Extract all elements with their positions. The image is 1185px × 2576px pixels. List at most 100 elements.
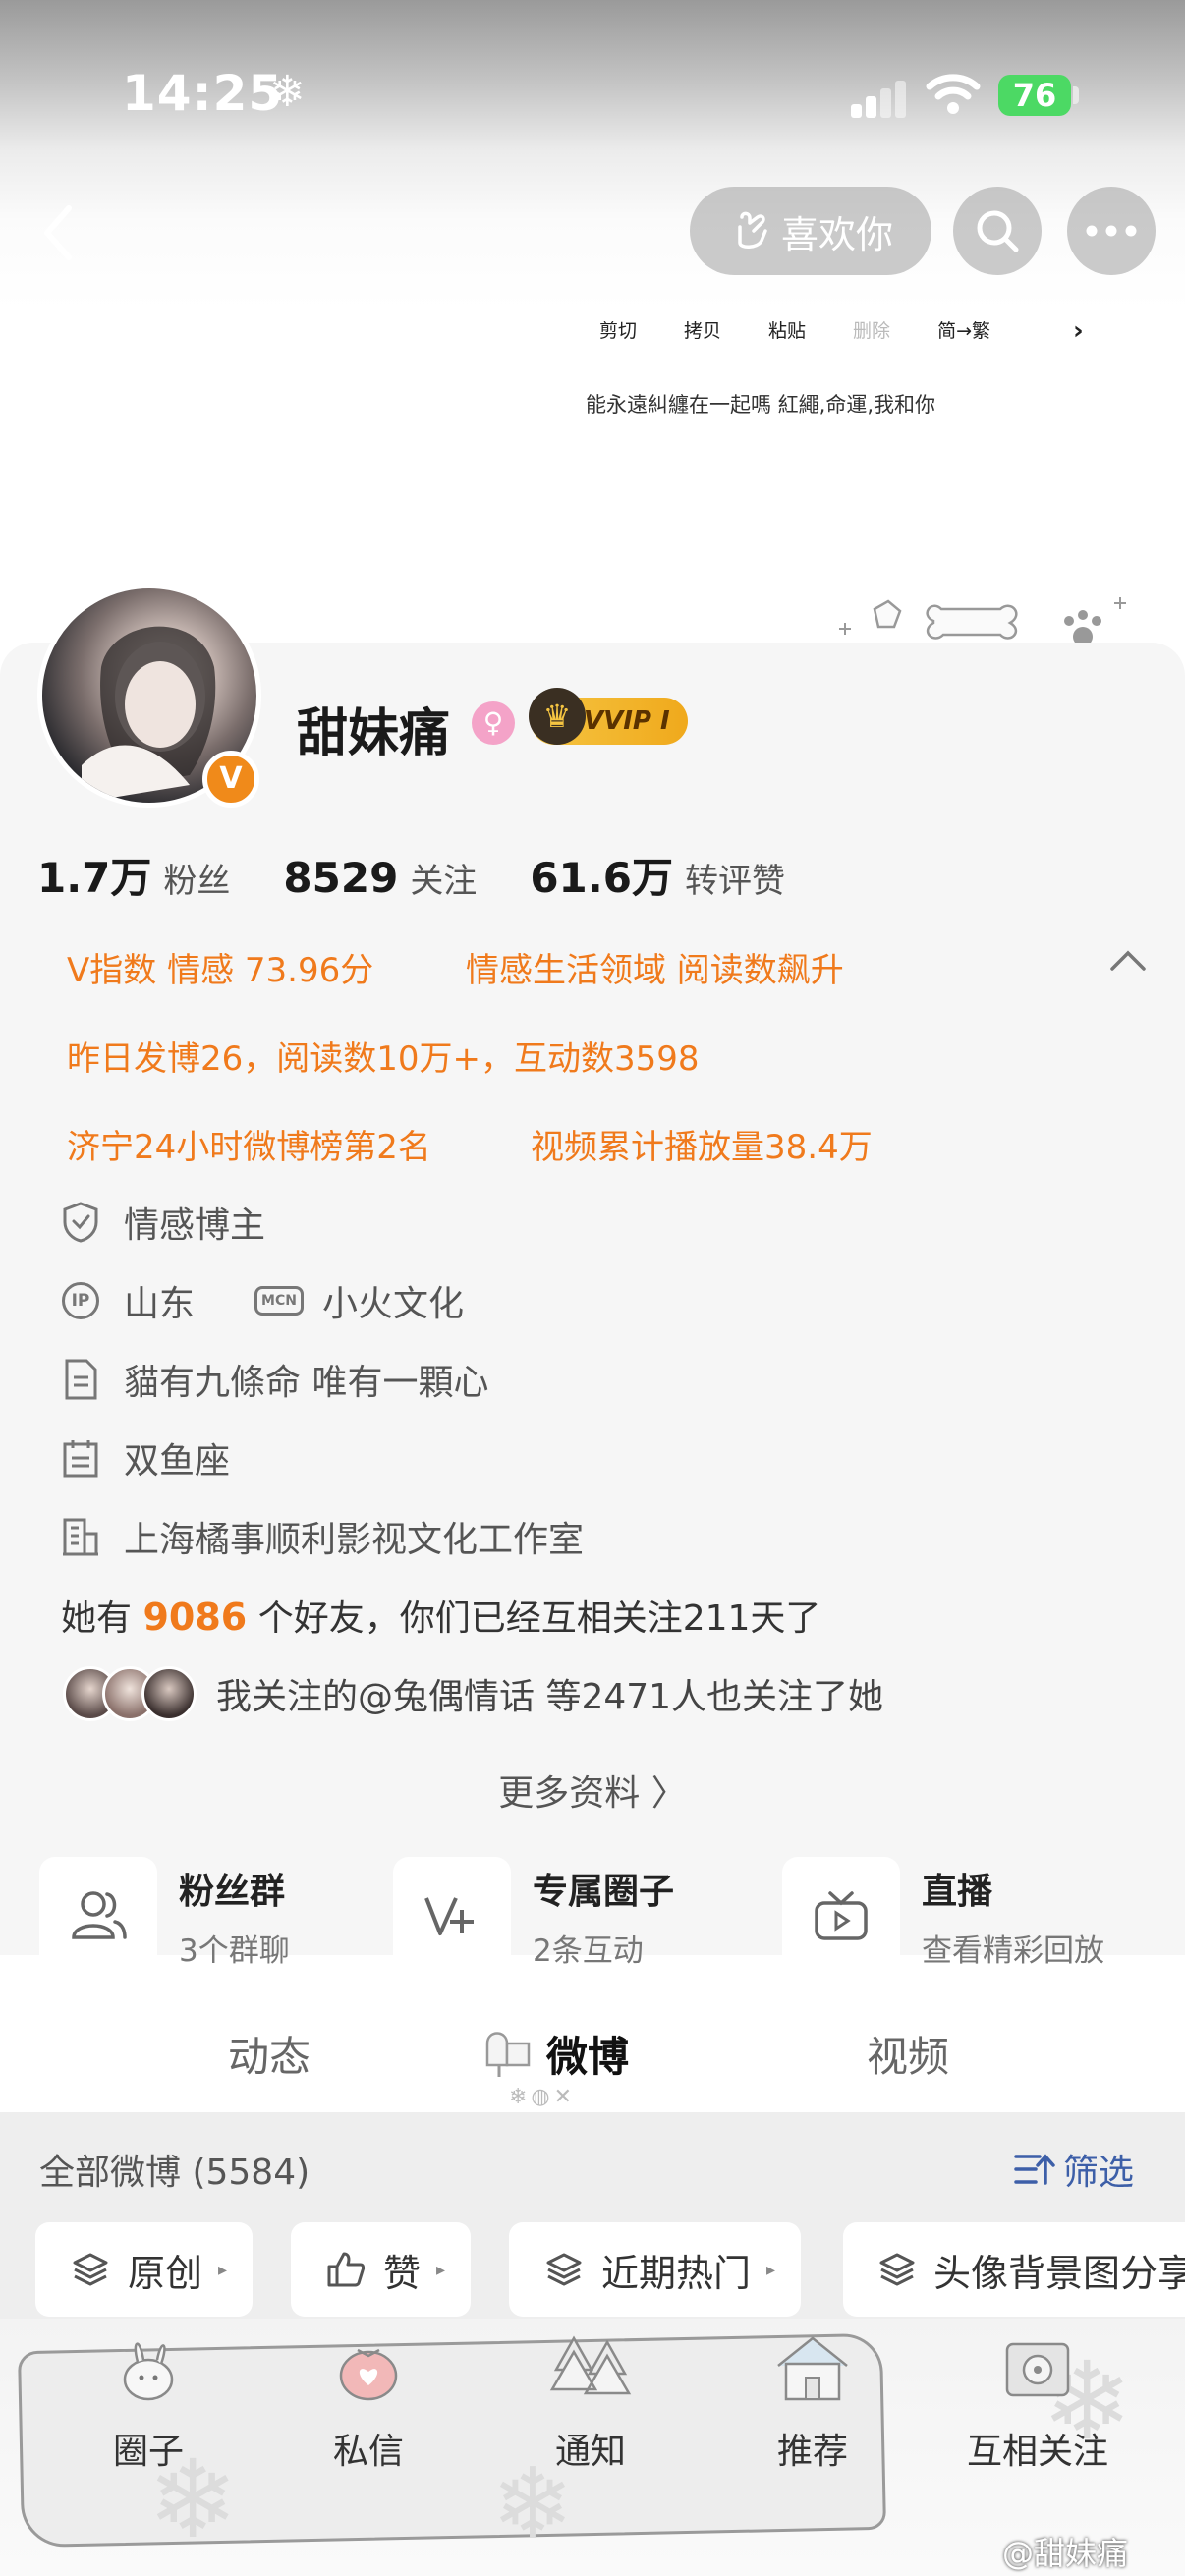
back-arrow-icon[interactable]	[29, 198, 88, 267]
live-tile[interactable]: 直播 查看精彩回放	[782, 1857, 1104, 1975]
engagement-label[interactable]: 转评赞	[685, 854, 785, 902]
chip-original-label: 原创	[128, 2251, 203, 2295]
company-row: 上海橘事顺利影视文化工作室	[59, 1511, 584, 1562]
following-count[interactable]: 8529	[283, 854, 398, 902]
yesterday-stats-text[interactable]: 昨日发博26，阅读数10万+，互动数3598	[67, 1032, 700, 1080]
house-icon	[777, 2336, 848, 2401]
ellipsis-icon	[1086, 225, 1137, 237]
friends-prefix: 她有	[61, 1598, 133, 1639]
bottom-circle-label: 圈子	[112, 2432, 184, 2472]
menu-cut[interactable]: 剪切	[599, 316, 637, 343]
caret-right-icon: ▸	[766, 2259, 776, 2280]
bio-label: 貓有九條命 唯有一顆心	[124, 1363, 489, 1403]
top-nav-bar: 喜欢你	[0, 177, 1185, 285]
fan-group-tile[interactable]: 粉丝群 3个群聊	[39, 1857, 290, 1975]
ip-mcn-row: IP 山东 MCN 小火文化	[59, 1275, 464, 1326]
chevron-right-icon[interactable]: ›	[1073, 316, 1084, 346]
status-bar: 14:25 ❄ 76	[0, 0, 1185, 187]
thumbs-up-icon	[326, 2250, 366, 2289]
bottom-mutual-follow-label: 互相关注	[966, 2432, 1108, 2472]
bottom-recommend-button[interactable]: 推荐	[729, 2330, 896, 2474]
exclusive-circle-tile[interactable]: 专属圈子 2条互动	[393, 1857, 674, 1975]
category-row: 情感博主	[59, 1197, 265, 1248]
mcn-icon: MCN	[254, 1279, 304, 1322]
company-label[interactable]: 上海橘事顺利影视文化工作室	[124, 1511, 584, 1562]
more-info-link[interactable]: 更多资料 〉	[0, 1764, 1185, 1816]
menu-copy[interactable]: 拷贝	[684, 316, 721, 343]
text-edit-menu: 剪切 拷贝 粘贴 删除 简→繁	[599, 316, 1038, 343]
chevron-up-icon[interactable]	[1108, 945, 1148, 975]
mutual-friends-line[interactable]: 她有 9086 个好友，你们已经互相关注211天了	[61, 1590, 820, 1641]
ip-location-label: 山东	[124, 1284, 196, 1324]
cover-signature: 能永遠糾纏在一起嗎 紅繩,命運,我和你	[586, 393, 936, 417]
bottom-circle-button[interactable]: 圈子	[65, 2330, 232, 2474]
bunny-doodle-icon	[123, 2342, 174, 2401]
calendar-icon	[59, 1436, 102, 1480]
cellular-signal-icon	[851, 79, 906, 118]
tab-video[interactable]: 视频	[867, 2024, 949, 2084]
battery-level: 76	[998, 75, 1071, 116]
ranking-text[interactable]: 济宁24小时微博榜第2名	[67, 1120, 431, 1168]
bottom-recommend-label: 推荐	[776, 2432, 848, 2472]
menu-delete: 删除	[853, 320, 891, 342]
bottom-notice-button[interactable]: 通知	[507, 2330, 674, 2474]
chip-recent-hot[interactable]: 近期热门 ▸	[509, 2222, 802, 2317]
bottom-message-button[interactable]: 私信	[285, 2330, 452, 2474]
search-button[interactable]	[953, 187, 1042, 275]
tab-dynamic[interactable]: 动态	[228, 2024, 310, 2084]
chip-original[interactable]: 原创 ▸	[35, 2222, 254, 2317]
weather-snow-icon: ❄	[269, 67, 306, 117]
search-icon	[977, 210, 1019, 252]
filter-label: 筛选	[1063, 2153, 1135, 2193]
all-weibo-count: 全部微博 (5584)	[39, 2153, 310, 2193]
tab-weibo[interactable]: 微博	[546, 2024, 629, 2084]
v-index-text[interactable]: V指数 情感 73.96分	[67, 943, 373, 991]
filter-button[interactable]: 筛选	[1014, 2144, 1134, 2195]
video-plays-text[interactable]: 视频累计播放量38.4万	[531, 1120, 873, 1168]
bottom-mutual-follow-button[interactable]: 互相关注	[949, 2330, 1126, 2474]
female-gender-icon: ♀	[472, 701, 515, 745]
menu-paste[interactable]: 粘贴	[768, 316, 806, 343]
wifi-icon	[926, 74, 981, 114]
profile-username: 甜妹痛	[297, 704, 451, 763]
followers-label[interactable]: 粉丝	[163, 854, 230, 902]
shield-check-icon	[59, 1201, 102, 1244]
chip-avatar-share-label: 头像背景图分享	[933, 2251, 1185, 2295]
domain-rising-text[interactable]: 情感生活领域 阅读数飙升	[466, 943, 844, 991]
bottom-notice-label: 通知	[554, 2432, 626, 2472]
mutual-followers-row[interactable]: 我关注的@兔偶情话 等2471人也关注了她	[63, 1666, 883, 1721]
chip-recent-hot-label: 近期热门	[601, 2251, 752, 2295]
bottom-message-label: 私信	[332, 2432, 404, 2472]
heart-hand-icon	[738, 211, 767, 249]
chip-liked[interactable]: 赞 ▸	[291, 2222, 472, 2317]
layers-icon	[878, 2250, 916, 2289]
crown-icon: ♛	[529, 688, 586, 745]
friends-count: 9086	[142, 1596, 248, 1639]
mcn-name-label[interactable]: 小火文化	[322, 1275, 464, 1326]
radio-box-icon	[1005, 2342, 1070, 2397]
exclusive-circle-sub: 2条互动	[533, 1932, 644, 1969]
circle-v-plus-icon	[393, 1857, 511, 1975]
live-sub: 查看精彩回放	[922, 1932, 1104, 1969]
like-you-label: 喜欢你	[780, 212, 893, 256]
battery-tip	[1073, 86, 1079, 104]
caret-right-icon: ▸	[218, 2259, 228, 2280]
menu-simplified-traditional[interactable]: 简→繁	[937, 316, 990, 343]
mutual-avatar	[141, 1666, 197, 1721]
content-tabs: 动态 微博 ❄◍✕ 视频	[0, 2014, 1185, 2112]
followers-count[interactable]: 1.7万	[37, 845, 151, 905]
like-you-button[interactable]: 喜欢你	[690, 187, 931, 275]
fan-group-title: 粉丝群	[179, 1871, 286, 1912]
tab-active-indicator: ❄◍✕	[509, 2085, 577, 2109]
zodiac-label: 双鱼座	[124, 1441, 231, 1482]
layers-icon	[71, 2250, 110, 2289]
following-label[interactable]: 关注	[410, 854, 477, 902]
more-options-button[interactable]	[1067, 187, 1156, 275]
weibo-watermark: @甜妹痛	[1002, 2535, 1129, 2572]
mailbox-icon	[485, 2032, 531, 2077]
engagement-count[interactable]: 61.6万	[530, 845, 673, 905]
chip-avatar-share[interactable]: 头像背景图分享	[843, 2222, 1185, 2317]
heart-gift-icon	[339, 2348, 398, 2401]
ip-location-icon: IP	[59, 1279, 102, 1322]
filter-sort-icon	[1014, 2154, 1055, 2185]
